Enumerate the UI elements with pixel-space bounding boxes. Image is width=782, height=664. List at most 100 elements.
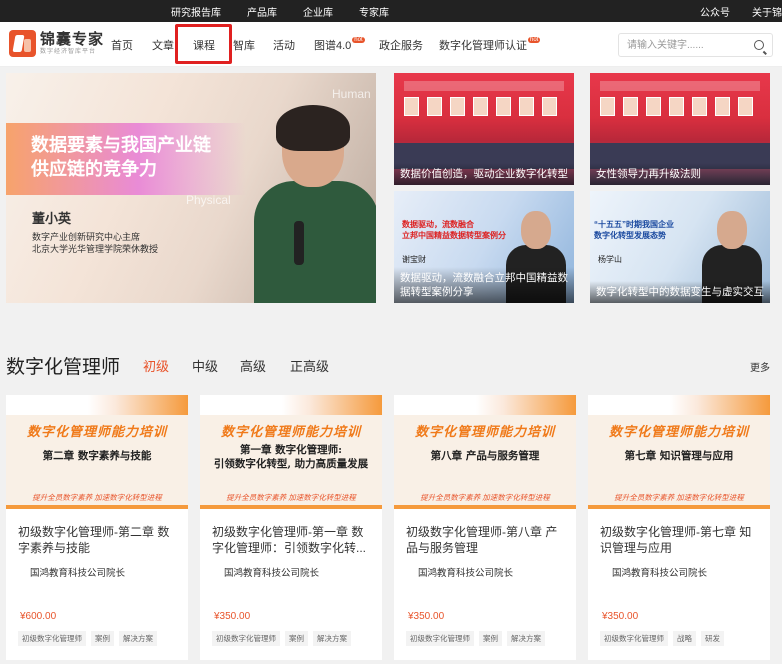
course-title[interactable]: 初级数字化管理师-第七章 知识管理与应用 [600,524,760,556]
nav-item-think-tank[interactable]: 智库 [233,37,255,53]
cover-slogan: 提升全员数字素养 加速数字化转型进程 [420,493,550,502]
hero-title: 数据要素与我国产业链 供应链的竞争力 [31,133,211,181]
nav-item-articles[interactable]: 文章 [152,37,174,53]
course-title[interactable]: 初级数字化管理师-第八章 产品与服务管理 [406,524,566,556]
more-link[interactable]: 更多 [750,359,770,374]
cover-chapter: 第七章 知识管理与应用 [624,450,734,462]
tag[interactable]: 初级数字化管理师 [600,631,668,646]
hero-speaker-role: 数字产业创新研究中心主席 北京大学光华管理学院荣休教授 [32,231,158,255]
tag[interactable]: 案例 [285,631,308,646]
course-card[interactable]: 数字化管理师能力培训 第二章 数字素养与技能 提升全员数字素养 加速数字化转型进… [6,395,188,660]
top-bar: 研究报告库 产品库 企业库 专家库 公众号 关于锦 [0,0,782,22]
course-org: 国鸿教育科技公司院长 [418,568,514,579]
course-tags: 初级数字化管理师 案例 解决方案 [212,631,351,646]
course-tags: 初级数字化管理师 战略 研发 [600,631,724,646]
cover-banner: 数字化管理师能力培训 [26,424,167,439]
tag[interactable]: 解决方案 [313,631,351,646]
tag[interactable]: 初级数字化管理师 [406,631,474,646]
thumb-caption: 数据价值创造，驱动企业数字化转型 [394,163,574,185]
course-org: 国鸿教育科技公司院长 [30,568,126,579]
tag[interactable]: 解决方案 [119,631,157,646]
hero-title-line: 供应链的竞争力 [31,159,157,179]
thumb-card[interactable]: 数据驱动，流数融合 立邦中国精益数据转型案例分 谢宝财 数据驱动，流数融合立邦中… [394,191,574,303]
thumb-caption: 数据驱动，流数融合立邦中国精益数据转型案例分享 [394,267,574,303]
tag[interactable]: 初级数字化管理师 [212,631,280,646]
course-price: ¥600.00 [20,611,57,622]
topbar-link-wechat[interactable]: 公众号 [700,4,730,19]
nav-label: 数字化管理师认证 [439,40,527,52]
thumb-caption: 女性领导力再升级法则 [590,163,770,185]
course-tags: 初级数字化管理师 案例 解决方案 [406,631,545,646]
tag[interactable]: 战略 [673,631,696,646]
tab-intermediate[interactable]: 中级 [192,356,218,375]
course-org: 国鸿教育科技公司院长 [612,568,708,579]
section-title: 数字化管理师 [6,357,121,378]
tag[interactable]: 初级数字化管理师 [18,631,86,646]
hero-role-line: 数字产业创新研究中心主席 [32,232,141,242]
course-tags: 初级数字化管理师 案例 解决方案 [18,631,157,646]
tab-principal[interactable]: 正高级 [290,356,329,375]
course-title[interactable]: 初级数字化管理师-第二章 数字素养与技能 [18,524,178,556]
course-card[interactable]: 数字化管理师能力培训 第一章 数字化管理师: 引领数字化转型, 助力高质量发展 … [200,395,382,660]
cover-chapter: 第二章 数字素养与技能 [42,450,152,462]
main-nav: 锦囊专家 数字经济智库平台 首页 文章 课程 智库 活动 图谱4.0 hot 政企… [0,22,782,67]
tab-junior[interactable]: 初级 [143,356,169,375]
hero-speaker-name: 董小英 [32,211,72,226]
nav-label: 首页 [111,40,133,52]
hero-watermark: Physical [186,193,231,207]
hero-role-line: 北京大学光华管理学院荣休教授 [32,244,159,254]
course-cover: 数字化管理师能力培训 第七章 知识管理与应用 提升全员数字素养 加速数字化转型进… [588,395,770,509]
hero-watermark: Human [332,87,371,101]
search-input[interactable] [625,34,750,56]
nav-label: 政企服务 [379,40,423,52]
logo-subtitle: 数字经济智库平台 [40,49,97,55]
nav-item-home[interactable]: 首页 [111,37,133,53]
nav-item-graph[interactable]: 图谱4.0 hot [314,37,365,53]
logo-mark-icon [9,30,36,57]
thumb-card[interactable]: 数据价值创造，驱动企业数字化转型 [394,73,574,185]
hero-title-line: 数据要素与我国产业链 [31,135,211,155]
search-box [618,33,773,57]
course-title[interactable]: 初级数字化管理师-第一章 数字化管理师：引领数字化转... [212,524,372,556]
hero-banner[interactable]: Human Physical 数据要素与我国产业链 供应链的竞争力 董小英 数字… [6,73,376,303]
topbar-link-about[interactable]: 关于锦 [752,4,782,19]
cover-banner: 数字化管理师能力培训 [414,424,555,439]
nav-item-certification[interactable]: 数字化管理师认证 hot [439,37,541,53]
cover-slogan: 提升全员数字素养 加速数字化转型进程 [226,493,356,502]
tag[interactable]: 研发 [701,631,724,646]
cover-banner: 数字化管理师能力培训 [608,424,749,439]
nav-label: 智库 [233,40,255,52]
thumb-card[interactable]: 女性领导力再升级法则 [590,73,770,185]
tag[interactable]: 解决方案 [507,631,545,646]
nav-label: 活动 [273,40,295,52]
cover-chapter: 第八章 产品与服务管理 [430,450,540,462]
topbar-link-reports[interactable]: 研究报告库 [171,4,221,19]
tag[interactable]: 案例 [91,631,114,646]
cover-chapter: 第一章 数字化管理师: 引领数字化转型, 助力高质量发展 [213,444,369,470]
cover-slogan: 提升全员数字素养 加速数字化转型进程 [32,493,162,502]
thumb-headline: 数据驱动，流数融合 立邦中国精益数据转型案例分 [402,220,506,240]
thumb-speaker: 杨学山 [598,255,622,264]
nav-item-events[interactable]: 活动 [273,37,295,53]
site-logo[interactable]: 锦囊专家 数字经济智库平台 [9,30,104,57]
hot-badge: hot [528,37,541,43]
topbar-link-products[interactable]: 产品库 [247,4,277,19]
cover-banner: 数字化管理师能力培训 [220,424,361,439]
course-price: ¥350.00 [408,611,445,622]
thumb-speaker: 谢宝财 [402,255,426,264]
topbar-link-experts[interactable]: 专家库 [359,4,389,19]
thumb-caption: 数字化转型中的数据变生与虚实交互 [590,281,770,303]
course-org: 国鸿教育科技公司院长 [224,568,320,579]
thumb-card[interactable]: “十五五”时期我国企业 数字化转型发展态势 杨学山 数字化转型中的数据变生与虚实… [590,191,770,303]
courses-highlight-box [175,24,232,64]
tab-senior[interactable]: 高级 [240,356,266,375]
course-cover: 数字化管理师能力培训 第二章 数字素养与技能 提升全员数字素养 加速数字化转型进… [6,395,188,509]
nav-item-gov-services[interactable]: 政企服务 [379,37,423,53]
course-price: ¥350.00 [602,611,639,622]
search-icon[interactable] [754,40,764,50]
course-card[interactable]: 数字化管理师能力培训 第七章 知识管理与应用 提升全员数字素养 加速数字化转型进… [588,395,770,660]
tag[interactable]: 案例 [479,631,502,646]
course-card[interactable]: 数字化管理师能力培训 第八章 产品与服务管理 提升全员数字素养 加速数字化转型进… [394,395,576,660]
course-cover: 数字化管理师能力培训 第八章 产品与服务管理 提升全员数字素养 加速数字化转型进… [394,395,576,509]
topbar-link-companies[interactable]: 企业库 [303,4,333,19]
